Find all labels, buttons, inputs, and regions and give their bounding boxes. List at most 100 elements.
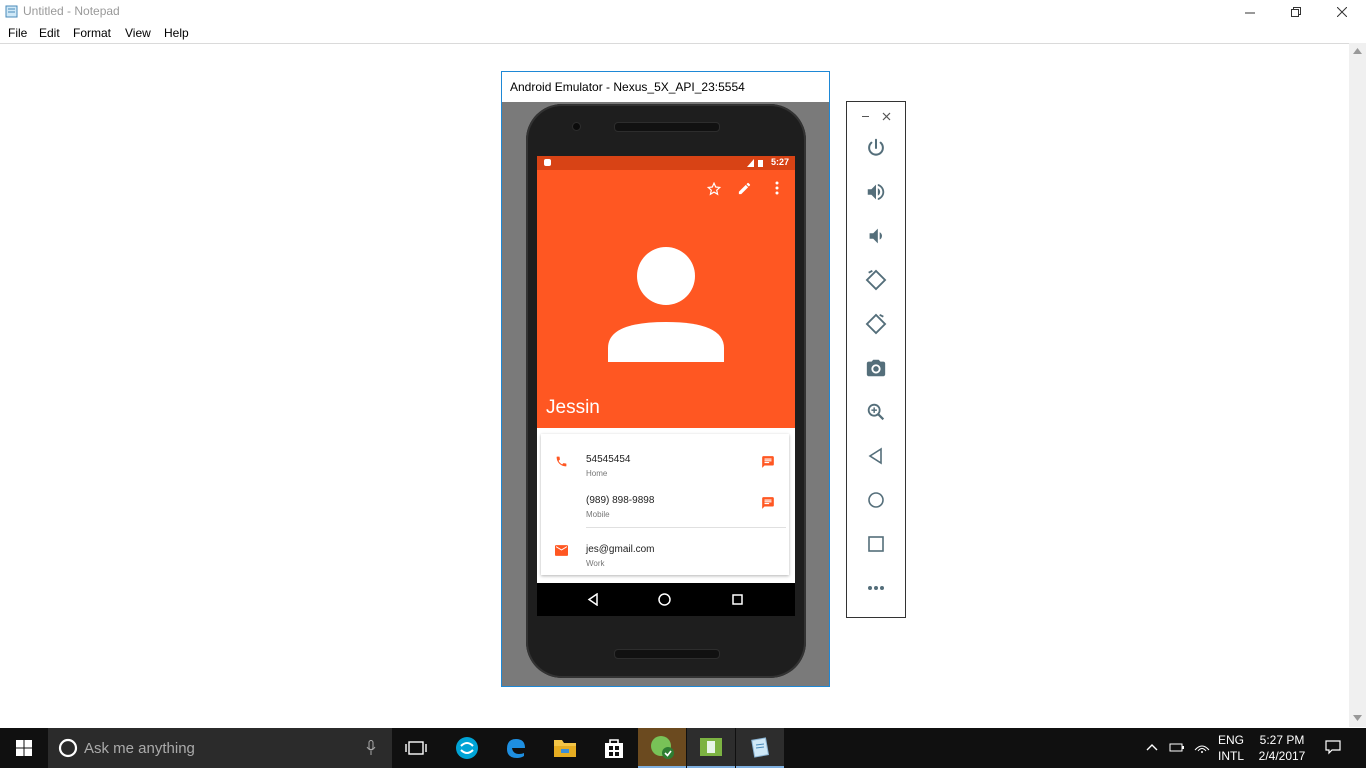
- toolbar-close-icon[interactable]: [882, 112, 891, 121]
- bottom-speaker: [614, 649, 720, 659]
- back-button[interactable]: [861, 441, 891, 471]
- minimize-icon: [1245, 12, 1255, 14]
- minimize-button[interactable]: [1227, 0, 1273, 24]
- emulator-app-icon: [700, 738, 722, 756]
- home-icon: [868, 492, 884, 508]
- menu-help[interactable]: Help: [164, 26, 189, 40]
- phone-type-home: Home: [586, 469, 608, 478]
- vertical-scrollbar[interactable]: [1349, 43, 1366, 727]
- restore-button[interactable]: [1273, 0, 1319, 24]
- taskbar-edge[interactable]: [492, 728, 540, 768]
- contact-header: Jessin: [537, 170, 795, 428]
- menu-view[interactable]: View: [125, 26, 151, 40]
- edge-icon: [507, 739, 525, 758]
- search-placeholder: Ask me anything: [84, 740, 195, 757]
- notepad-icon: [5, 5, 18, 18]
- home-button[interactable]: [861, 485, 891, 515]
- taskbar-notepad[interactable]: [736, 728, 784, 768]
- taskbar-app-store-icon[interactable]: [443, 728, 491, 768]
- notepad-titlebar: Untitled - Notepad: [0, 0, 1366, 24]
- scroll-down-icon[interactable]: [1353, 715, 1362, 721]
- taskbar-android-studio[interactable]: [638, 728, 686, 768]
- cortana-icon: [58, 738, 78, 758]
- overview-nav-icon[interactable]: [732, 594, 743, 605]
- taskbar-file-explorer[interactable]: [541, 728, 589, 768]
- close-icon: [1337, 7, 1347, 17]
- menu-bar: File Edit Format View Help: [0, 24, 1366, 43]
- volume-up-icon: [867, 183, 885, 201]
- contact-avatar-icon: [608, 247, 724, 362]
- menu-format[interactable]: Format: [73, 26, 111, 40]
- power-button[interactable]: [861, 133, 891, 163]
- overview-icon: [868, 536, 884, 552]
- list-item[interactable]: jes@gmail.com Work: [541, 536, 789, 570]
- overview-button[interactable]: [861, 529, 891, 559]
- emulator-titlebar: Android Emulator - Nexus_5X_API_23:5554: [502, 72, 829, 102]
- close-button[interactable]: [1319, 0, 1365, 24]
- emulator-title: Android Emulator - Nexus_5X_API_23:5554: [510, 80, 745, 94]
- list-item[interactable]: (989) 898-9898 Mobile: [541, 487, 789, 521]
- volume-down-icon: [869, 228, 882, 244]
- keyboard-layout-indicator[interactable]: INTL: [1218, 749, 1244, 763]
- clock-date[interactable]: 2/4/2017: [1256, 749, 1308, 763]
- more-vert-icon[interactable]: [775, 181, 779, 195]
- menu-file[interactable]: File: [8, 26, 27, 40]
- status-time: 5:27: [770, 157, 789, 167]
- battery-icon[interactable]: [1169, 741, 1185, 753]
- restore-icon: [1291, 7, 1301, 17]
- window-title: Untitled - Notepad: [23, 4, 120, 18]
- emulator-toolbar: [846, 101, 906, 618]
- chevron-up-icon[interactable]: [1146, 743, 1158, 751]
- divider: [586, 527, 786, 528]
- phone-type-mobile: Mobile: [586, 510, 610, 519]
- email-address: jes@gmail.com: [586, 544, 655, 555]
- contact-name: Jessin: [546, 397, 600, 418]
- star-icon[interactable]: [707, 182, 721, 196]
- back-nav-icon[interactable]: [587, 593, 599, 606]
- signal-battery-icon: [747, 159, 763, 167]
- language-indicator[interactable]: ENG: [1218, 733, 1244, 747]
- action-center-icon[interactable]: [1325, 739, 1341, 755]
- volume-up-button[interactable]: [861, 177, 891, 207]
- microphone-icon[interactable]: [366, 740, 376, 756]
- task-view-icon: [405, 741, 427, 755]
- email-type: Work: [586, 559, 605, 568]
- edit-icon[interactable]: [737, 181, 752, 196]
- rotate-left-button[interactable]: [861, 265, 891, 295]
- clock-time[interactable]: 5:27 PM: [1258, 733, 1306, 747]
- top-speaker: [614, 122, 720, 132]
- phone-number-mobile: (989) 898-9898: [586, 495, 655, 506]
- taskbar-emulator[interactable]: [687, 728, 735, 768]
- power-icon: [868, 138, 884, 156]
- rotate-left-icon: [865, 269, 887, 291]
- task-view-button[interactable]: [392, 728, 440, 768]
- screenshot-button[interactable]: [861, 353, 891, 383]
- swirl-app-icon: [456, 737, 478, 759]
- windows-logo-icon: [16, 740, 32, 756]
- android-studio-icon: [651, 736, 674, 759]
- back-icon: [868, 447, 882, 465]
- taskbar-store[interactable]: [590, 728, 638, 768]
- start-button[interactable]: [0, 728, 48, 768]
- message-icon[interactable]: [761, 455, 775, 469]
- list-item[interactable]: 54545454 Home: [541, 446, 789, 480]
- zoom-icon: [867, 403, 885, 421]
- more-button[interactable]: [861, 573, 891, 603]
- rotate-right-button[interactable]: [861, 309, 891, 339]
- contact-details-card: 54545454 Home (989) 898-9898 Mobile jes@…: [541, 434, 789, 575]
- zoom-button[interactable]: [861, 397, 891, 427]
- menu-edit[interactable]: Edit: [39, 26, 60, 40]
- scroll-up-icon[interactable]: [1353, 48, 1362, 54]
- message-icon[interactable]: [761, 496, 775, 510]
- home-nav-icon[interactable]: [658, 593, 671, 606]
- front-camera: [572, 122, 581, 131]
- rotate-right-icon: [865, 313, 887, 335]
- taskbar: Ask me anything ENG INTL 5:27 PM 2/4/201…: [0, 728, 1366, 768]
- search-box[interactable]: Ask me anything: [48, 728, 392, 768]
- volume-down-button[interactable]: [861, 221, 891, 251]
- phone-screen[interactable]: 5:27 Jessin 54545454 Home (989) 898-9898…: [537, 156, 795, 616]
- wifi-icon[interactable]: [1194, 740, 1210, 754]
- camera-icon: [866, 359, 886, 377]
- toolbar-minimize-icon[interactable]: [861, 112, 870, 121]
- notepad-app-icon: [751, 737, 770, 758]
